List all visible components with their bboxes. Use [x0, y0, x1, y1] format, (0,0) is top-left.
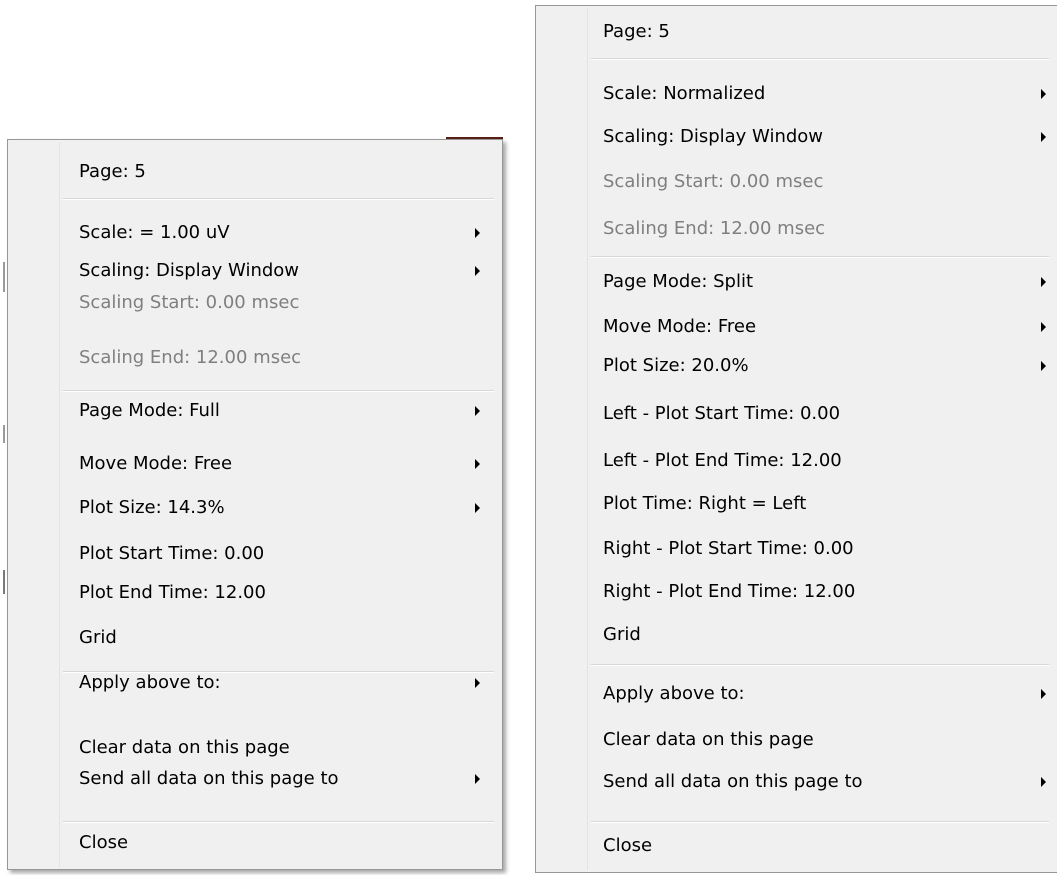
menu-item-scaling-end-12-00-msec: Scaling End: 12.00 msec [79, 340, 301, 376]
menu-item-right-plot-start-time-0-00[interactable]: Right - Plot Start Time: 0.00 [603, 531, 854, 567]
menu-item-apply-above-to[interactable]: Apply above to: [603, 676, 745, 712]
menu-separator [63, 198, 494, 200]
menu-item-send-all-data-on-this-page-to[interactable]: Send all data on this page to [603, 764, 863, 800]
icon-gutter-divider [587, 8, 588, 870]
submenu-arrow-icon [1041, 277, 1046, 287]
submenu-arrow-icon [1041, 322, 1046, 332]
menu-separator [591, 256, 1049, 258]
menu-item-label: Right - Plot Start Time: 0.00 [603, 538, 854, 559]
icon-gutter-divider [59, 142, 60, 867]
submenu-arrow-icon [475, 774, 480, 784]
menu-separator [591, 821, 1049, 823]
menu-item-label: Apply above to: [603, 683, 745, 704]
menu-item-label: Scaling End: 12.00 msec [79, 347, 302, 368]
menu-item-move-mode-free[interactable]: Move Mode: Free [79, 446, 232, 482]
menu-item-right-plot-end-time-12-00[interactable]: Right - Plot End Time: 12.00 [603, 574, 855, 610]
menu-item-label: Clear data on this page [603, 729, 814, 750]
menu-separator [591, 664, 1049, 666]
submenu-arrow-icon [1041, 132, 1046, 142]
submenu-arrow-icon [475, 228, 480, 238]
menu-item-page-mode-split[interactable]: Page Mode: Split [603, 264, 753, 300]
background-window-edge [3, 262, 5, 292]
menu-item-scaling-start-0-00-msec: Scaling Start: 0.00 msec [603, 164, 823, 200]
menu-item-scaling-display-window[interactable]: Scaling: Display Window [603, 119, 823, 155]
submenu-arrow-icon [475, 503, 480, 513]
submenu-arrow-icon [475, 459, 480, 469]
submenu-arrow-icon [475, 266, 480, 276]
menu-item-move-mode-free[interactable]: Move Mode: Free [603, 309, 756, 345]
menu-item-label: Page: 5 [603, 21, 670, 42]
menu-item-close[interactable]: Close [79, 825, 128, 861]
menu-item-plot-time-right-left[interactable]: Plot Time: Right = Left [603, 486, 806, 522]
menu-item-label: Grid [603, 624, 641, 645]
context-menu-split-mode: Page: 5 Scale: Normalized Scaling: Display… [535, 5, 1057, 873]
menu-item-label: Left - Plot Start Time: 0.00 [603, 403, 841, 424]
menu-item-label: Page Mode: Full [79, 400, 220, 421]
menu-item-label: Send all data on this page to [79, 768, 339, 789]
menu-item-label: Plot End Time: 12.00 [79, 582, 266, 603]
menu-item-grid[interactable]: Grid [79, 620, 117, 656]
menu-item-label: Plot Size: 20.0% [603, 355, 749, 376]
submenu-arrow-icon [1041, 89, 1046, 99]
menu-item-plot-start-time-0-00[interactable]: Plot Start Time: 0.00 [79, 536, 264, 572]
menu-item-label: Left - Plot End Time: 12.00 [603, 450, 842, 471]
menu-item-label: Plot Start Time: 0.00 [79, 543, 265, 564]
menu-separator [63, 821, 494, 823]
menu-item-label: Send all data on this page to [603, 771, 863, 792]
menu-item-clear-data-on-this-page[interactable]: Clear data on this page [603, 722, 814, 758]
menu-item-scaling-start-0-00-msec: Scaling Start: 0.00 msec [79, 285, 299, 321]
menu-item-label: Move Mode: Free [603, 316, 757, 337]
background-window-edge [3, 570, 5, 594]
submenu-arrow-icon [1041, 689, 1046, 699]
menu-item-label: Scaling: Display Window [79, 260, 300, 281]
menu-item-label: Move Mode: Free [79, 453, 233, 474]
menu-separator [63, 671, 494, 673]
background-window-edge [3, 425, 5, 443]
menu-item-send-all-data-on-this-page-to[interactable]: Send all data on this page to [79, 761, 339, 797]
menu-item-label: Close [79, 832, 129, 853]
submenu-arrow-icon [1041, 777, 1046, 787]
menu-item-label: Scale: = 1.00 uV [79, 222, 230, 243]
menu-item-label: Close [603, 835, 653, 856]
menu-separator [591, 58, 1049, 60]
menu-item-scale-normalized[interactable]: Scale: Normalized [603, 76, 765, 112]
menu-item-scaling-end-12-00-msec: Scaling End: 12.00 msec [603, 211, 825, 247]
menu-item-label: Grid [79, 627, 117, 648]
menu-item-label: Plot Size: 14.3% [79, 497, 225, 518]
menu-item-plot-end-time-12-00[interactable]: Plot End Time: 12.00 [79, 575, 266, 611]
menu-item-plot-size-14-3[interactable]: Plot Size: 14.3% [79, 490, 225, 526]
menu-item-scaling-display-window[interactable]: Scaling: Display Window [79, 253, 299, 289]
menu-item-label: Scaling End: 12.00 msec [603, 218, 826, 239]
submenu-arrow-icon [475, 678, 480, 688]
menu-item-label: Scaling Start: 0.00 msec [603, 171, 824, 192]
context-menu-full-mode: Page: 5 Scale: = 1.00 uV Scaling: Display … [7, 139, 503, 870]
menu-item-page-5[interactable]: Page: 5 [603, 14, 670, 50]
menu-item-close[interactable]: Close [603, 828, 652, 864]
menu-item-label: Apply above to: [79, 672, 221, 693]
menu-item-page-mode-full[interactable]: Page Mode: Full [79, 393, 220, 429]
menu-item-left-plot-end-time-12-00[interactable]: Left - Plot End Time: 12.00 [603, 443, 842, 479]
menu-item-plot-size-20-0[interactable]: Plot Size: 20.0% [603, 348, 749, 384]
menu-item-scale-1-00-uv[interactable]: Scale: = 1.00 uV [79, 215, 230, 251]
menu-item-label: Page Mode: Split [603, 271, 754, 292]
menu-item-label: Scale: Normalized [603, 83, 766, 104]
menu-item-page-5[interactable]: Page: 5 [79, 154, 146, 190]
menu-item-grid[interactable]: Grid [603, 617, 641, 653]
menu-item-label: Scaling Start: 0.00 msec [79, 292, 300, 313]
menu-separator [63, 390, 494, 392]
menu-item-label: Right - Plot End Time: 12.00 [603, 581, 856, 602]
menu-item-label: Page: 5 [79, 161, 146, 182]
menu-item-label: Clear data on this page [79, 737, 290, 758]
submenu-arrow-icon [1041, 361, 1046, 371]
menu-item-label: Scaling: Display Window [603, 126, 824, 147]
menu-item-label: Plot Time: Right = Left [603, 493, 807, 514]
menu-item-left-plot-start-time-0-00[interactable]: Left - Plot Start Time: 0.00 [603, 396, 840, 432]
submenu-arrow-icon [475, 406, 480, 416]
